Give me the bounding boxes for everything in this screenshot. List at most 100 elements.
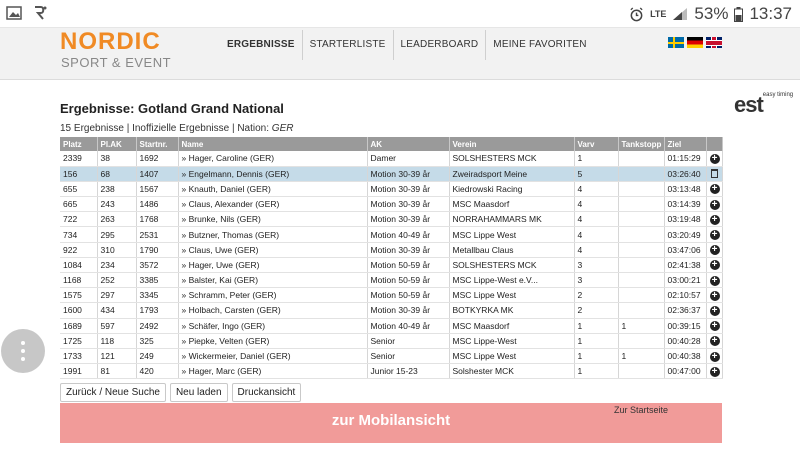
table-row[interactable]: 1991 81 420» Hager, Marc (GER) Junior 15-23… [60,363,723,380]
cell-varv: 4 [574,196,619,213]
table-row[interactable]: 2339 38 1692» Hager, Caroline (GER) Damer SO… [60,151,723,167]
cell-platz: 1168 [60,272,98,289]
cell-platz: 722 [60,211,98,228]
status-bar: LTE 53% 13:37 [0,0,800,28]
trash-icon[interactable] [710,169,718,179]
add-icon[interactable]: + [709,275,720,286]
site-logo[interactable]: NORDIC [60,30,161,54]
add-icon[interactable]: + [709,184,720,195]
cell-name[interactable]: » Hager, Uwe (GER) [178,257,368,274]
network-type-label: LTE [650,9,667,19]
column-header-name[interactable]: Name [178,137,368,151]
nav-leaderboard[interactable]: LEADERBOARD [392,30,486,60]
german-flag-icon[interactable] [687,37,703,48]
back-new-search-button[interactable]: Zurück / Neue Suche [60,383,166,402]
add-icon[interactable]: + [709,336,720,347]
cell-tankstopp [618,211,665,228]
table-row[interactable]: 156 68 1407» Engelmann, Dennis (GER) Motion… [60,166,723,182]
cell-name[interactable]: » Piepke, Velten (GER) [178,333,368,349]
nav-starterliste[interactable]: STARTERLISTE [301,30,393,60]
table-row[interactable]: 1600 434 1793» Holbach, Carsten (GER) Motio… [60,302,723,319]
table-row[interactable]: 722 263 1768» Brunke, Nils (GER) Motion 30-… [60,211,723,228]
table-row[interactable]: 1725 118 325» Piepke, Velten (GER) Senior MS… [60,333,723,349]
cell-name[interactable]: » Wickermeier, Daniel (GER) [178,348,368,365]
add-icon[interactable]: + [709,321,720,332]
language-flags [668,37,722,48]
signal-icon [673,8,688,20]
cell-platz: 1725 [60,333,98,349]
cell-varv: 5 [574,166,619,182]
add-icon[interactable]: + [709,199,720,210]
table-row[interactable]: 1733 121 249» Wickermeier, Daniel (GER) Sen… [60,348,723,365]
table-row[interactable]: 734 295 2531» Butzner, Thomas (GER) Motion … [60,226,723,243]
table-row[interactable]: 1168 252 3385» Balster, Kai (GER) Motion 50… [60,272,723,289]
add-icon[interactable]: + [709,245,720,256]
table-row[interactable]: 1575 297 3345» Schramm, Peter (GER) Motion … [60,287,723,304]
home-page-link[interactable]: Zur Startseite [614,405,668,415]
column-header-startnr[interactable]: Startnr. [136,137,179,151]
english-flag-icon[interactable] [706,37,722,48]
cell-verein: MSC Maasdorf [449,196,575,213]
column-header-action[interactable] [706,137,723,151]
add-icon[interactable]: + [709,214,720,225]
table-row[interactable]: 665 243 1486» Claus, Alexander (GER) Motion… [60,196,723,213]
column-header-varv[interactable]: Varv [574,137,619,151]
table-row[interactable]: 1084 234 3572» Hager, Uwe (GER) Motion 50-5… [60,257,723,274]
mobile-view-bar[interactable]: zur Mobilansicht Zur Startseite [60,403,722,443]
cell-name[interactable]: » Schramm, Peter (GER) [178,287,368,304]
cell-name[interactable]: » Balster, Kai (GER) [178,272,368,289]
add-icon[interactable]: + [709,230,720,241]
nav-ergebnisse[interactable]: ERGEBNISSE [220,30,302,60]
add-icon[interactable]: + [709,290,720,301]
column-header-pl-ak[interactable]: Pl.AK [97,137,137,151]
cell-action: + [706,196,723,213]
column-header-ziel[interactable]: Ziel [664,137,707,151]
cell-action: + [706,363,723,380]
column-header-verein[interactable]: Verein [449,137,575,151]
cell-name[interactable]: » Engelmann, Dennis (GER) [178,166,368,182]
column-header-ak[interactable]: AK [367,137,450,151]
cell-name[interactable]: » Hager, Caroline (GER) [178,151,368,167]
cell-startnr: 1793 [136,302,179,319]
add-icon[interactable]: + [709,366,720,377]
cell-varv: 1 [574,363,619,380]
print-view-button[interactable]: Druckansicht [231,383,302,402]
cell-pl-ak: 310 [97,242,137,258]
column-header-platz[interactable]: Platz [60,137,98,151]
cell-startnr: 3572 [136,257,179,274]
add-icon[interactable]: + [709,305,720,316]
cell-verein: Zweiradsport Meine [449,166,575,182]
cell-name[interactable]: » Schäfer, Ingo (GER) [178,318,368,334]
cell-varv: 1 [574,333,619,349]
add-icon[interactable]: + [709,351,720,362]
reload-button[interactable]: Neu laden [169,383,228,402]
cell-action: + [706,348,723,365]
est-logo-text: est [734,92,764,117]
nav-meine-favoriten[interactable]: MEINE FAVORITEN [485,30,593,60]
floating-menu-button[interactable] [1,329,45,373]
add-icon[interactable]: + [709,153,720,164]
cell-name[interactable]: » Claus, Uwe (GER) [178,242,368,258]
add-icon[interactable]: + [709,260,720,271]
cell-name[interactable]: » Holbach, Carsten (GER) [178,302,368,319]
cell-platz: 1733 [60,348,98,365]
swedish-flag-icon[interactable] [668,37,684,48]
table-row[interactable]: 655 238 1567» Knauth, Daniel (GER) Motion 3… [60,181,723,198]
cell-name[interactable]: » Butzner, Thomas (GER) [178,226,368,243]
cell-name[interactable]: » Brunke, Nils (GER) [178,211,368,228]
cell-name[interactable]: » Knauth, Daniel (GER) [178,181,368,198]
cell-name[interactable]: » Hager, Marc (GER) [178,363,368,380]
cell-verein: SOLSHESTERS MCK [449,257,575,274]
alarm-icon [630,6,643,21]
table-row[interactable]: 922 310 1790» Claus, Uwe (GER) Motion 30-39… [60,242,723,258]
cell-name[interactable]: » Claus, Alexander (GER) [178,196,368,213]
cell-action: + [706,242,723,258]
cell-verein: NORRAHAMMARS MK [449,211,575,228]
cell-action: + [706,211,723,228]
cell-ak: Damer [367,151,450,167]
cell-verein: MSC Lippe West [449,226,575,243]
column-header-tankstopp[interactable]: Tankstopp [618,137,665,151]
results-summary-text: 15 Ergebnisse | Inoffizielle Ergebnisse … [60,123,272,134]
cell-ak: Motion 30-39 år [367,181,450,198]
table-row[interactable]: 1689 597 2492» Schäfer, Ingo (GER) Motion 4… [60,318,723,334]
